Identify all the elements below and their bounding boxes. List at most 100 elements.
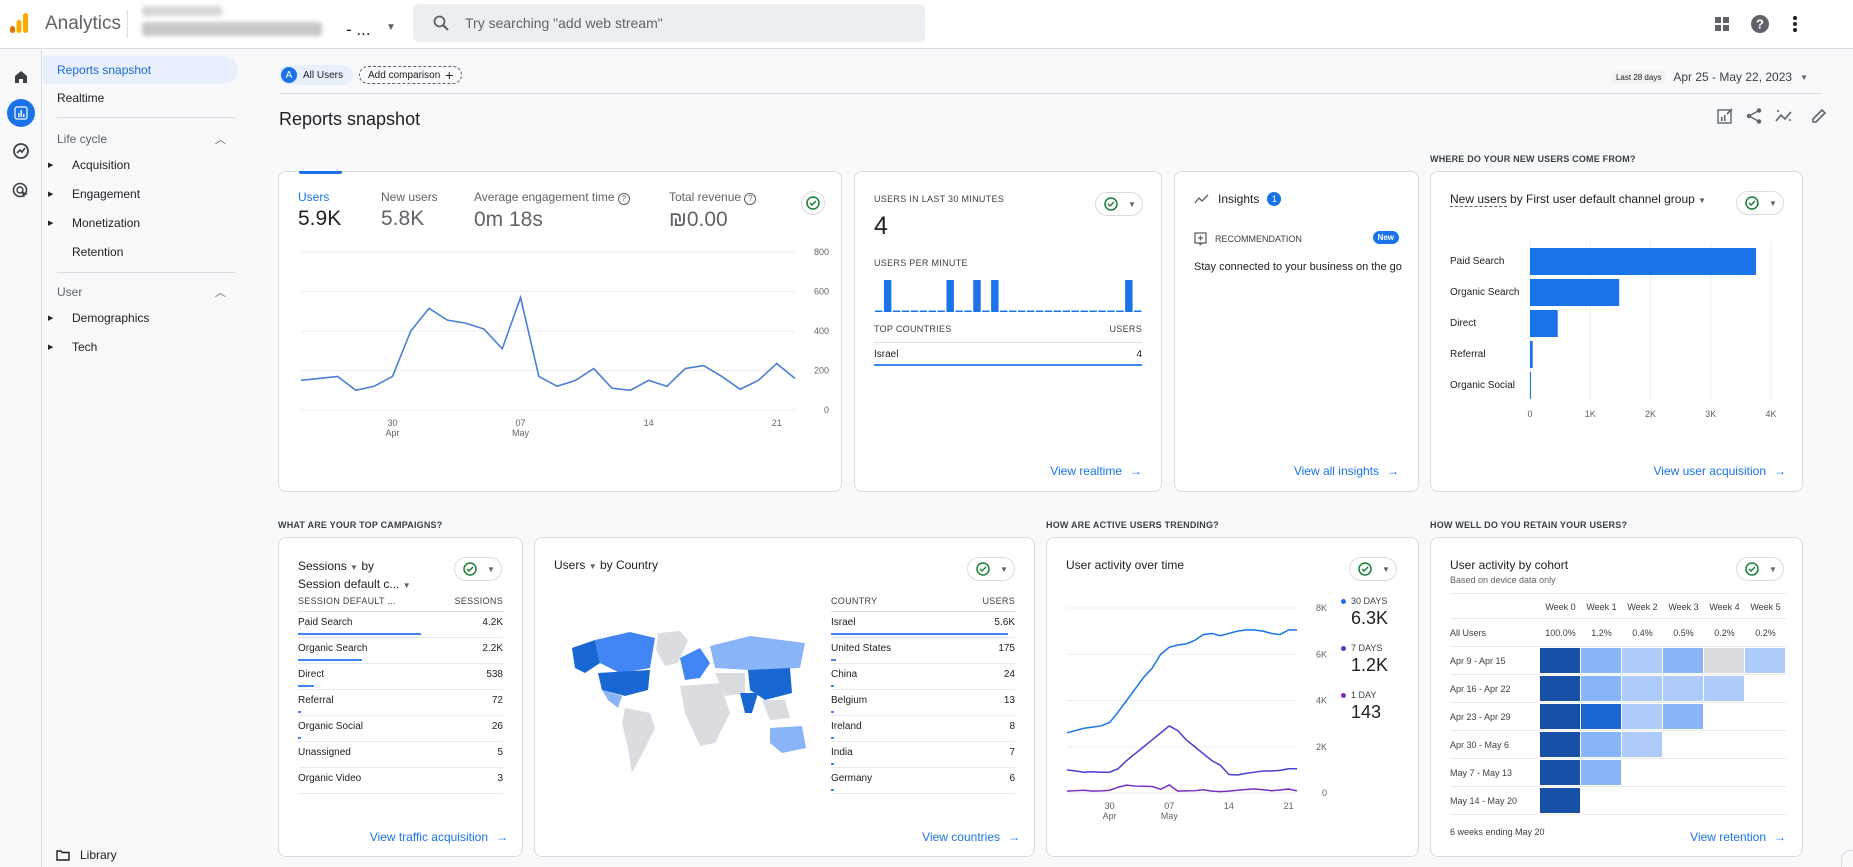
view-user-acquisition-link[interactable]: View user acquisition → [1653, 464, 1786, 478]
view-traffic-acquisition-link[interactable]: View traffic acquisition → [370, 830, 508, 844]
cohort-cell[interactable] [1540, 788, 1580, 813]
table-row[interactable]: Germany 6 [831, 768, 1015, 794]
sidebar-item-realtime[interactable]: Realtime [43, 84, 238, 112]
table-row[interactable]: Belgium 13 [831, 690, 1015, 716]
advertising-nav-button[interactable] [8, 178, 34, 204]
help-icon[interactable]: ? [1748, 12, 1772, 36]
cohort-cell[interactable] [1581, 760, 1621, 785]
section-user[interactable]: User [57, 285, 82, 299]
help-icon[interactable]: ? [744, 193, 757, 205]
table-row[interactable]: India 7 [831, 742, 1015, 768]
table-row[interactable]: Direct 538 [298, 664, 503, 690]
date-range-picker[interactable]: Last 28 days Apr 25 - May 22, 2023 ▼ [1611, 70, 1808, 84]
comparison-status-button[interactable]: ▼ [1095, 192, 1143, 216]
dimension-selector[interactable]: Session default c... [298, 577, 399, 591]
cohort-cell[interactable] [1663, 704, 1703, 729]
cohort-cell[interactable] [1622, 648, 1662, 673]
metric-selector[interactable]: New users [1450, 192, 1507, 207]
table-row[interactable]: Organic Social 26 [298, 716, 503, 742]
customize-report-icon[interactable] [1716, 107, 1734, 125]
cohort-cell[interactable] [1540, 704, 1580, 729]
segment-chip-all-users[interactable]: A All Users [279, 65, 354, 85]
add-comparison-button[interactable]: Add comparison + [359, 66, 463, 84]
metric-selector[interactable]: Users [554, 558, 585, 572]
recommendation-text[interactable]: Stay connected to your business on the g… [1194, 260, 1404, 274]
divider [57, 272, 235, 273]
search-input[interactable]: Try searching "add web stream" [413, 4, 925, 42]
sidebar-item-retention[interactable]: Retention [43, 242, 123, 262]
table-row[interactable]: Unassigned 5 [298, 742, 503, 768]
metric-tab-new-users[interactable]: New users 5.8K [381, 190, 438, 231]
chevron-up-icon[interactable]: ︿ [215, 284, 226, 300]
cohort-cell[interactable] [1745, 648, 1785, 673]
comparison-status-button[interactable]: ▼ [1736, 557, 1784, 581]
cohort-cell[interactable] [1540, 732, 1580, 757]
comparison-status-button[interactable]: ▼ [1736, 191, 1784, 215]
home-nav-button[interactable] [8, 64, 34, 90]
table-row[interactable]: Organic Video 3 [298, 768, 503, 794]
metric-tab-users[interactable]: Users 5.9K [298, 190, 341, 231]
comparison-status-button[interactable]: ▼ [967, 557, 1015, 581]
more-vert-icon[interactable] [1783, 12, 1807, 36]
help-icon[interactable]: ? [617, 193, 630, 205]
expand-arrow-icon: ▶ [48, 344, 54, 351]
edit-pencil-icon[interactable] [1805, 107, 1829, 125]
section-title-campaigns: WHAT ARE YOUR TOP CAMPAIGNS? [278, 520, 443, 530]
chevron-up-icon[interactable]: ︿ [215, 131, 226, 147]
cohort-cell[interactable] [1704, 676, 1744, 701]
comparison-status-button[interactable]: ▼ [1349, 557, 1397, 581]
cohort-cell[interactable] [1622, 704, 1662, 729]
table-row[interactable]: Referral 72 [298, 690, 503, 716]
cohort-cell[interactable] [1540, 760, 1580, 785]
view-realtime-link[interactable]: View realtime → [1050, 464, 1142, 478]
table-row[interactable]: Ireland 8 [831, 716, 1015, 742]
minute-bar [901, 310, 910, 312]
table-row[interactable]: China 24 [831, 664, 1015, 690]
library-label: Library [80, 848, 117, 862]
world-map[interactable] [570, 628, 820, 778]
comparison-status-button[interactable]: ▼ [454, 557, 502, 581]
metric-tab-total-revenue[interactable]: Total revenue ? ₪0.00 [669, 190, 757, 232]
cohort-cell[interactable] [1704, 648, 1744, 673]
view-countries-link[interactable]: View countries → [922, 830, 1020, 844]
metric-selector[interactable]: Sessions [298, 559, 347, 573]
map-region-india [740, 693, 758, 713]
cohort-cell[interactable] [1663, 648, 1703, 673]
section-life-cycle[interactable]: Life cycle [57, 132, 107, 146]
cohort-cell[interactable] [1581, 676, 1621, 701]
library-link[interactable]: Library [56, 848, 117, 862]
view-all-insights-link[interactable]: View all insights → [1294, 464, 1399, 478]
cohort-cell[interactable] [1622, 676, 1662, 701]
comparison-status-button[interactable] [801, 191, 825, 215]
sidebar-item-demographics[interactable]: ▶ Demographics [43, 308, 149, 328]
country-row[interactable]: Israel 4 [874, 344, 1142, 366]
sidebar-item-monetization[interactable]: ▶ Monetization [43, 213, 140, 233]
metric-tab-engagement-time[interactable]: Average engagement time ? 0m 18s [474, 190, 630, 232]
share-icon[interactable] [1745, 107, 1763, 125]
cohort-cell[interactable] [1663, 676, 1703, 701]
insights-icon[interactable] [1774, 107, 1794, 125]
chart-title-selector[interactable]: New users by First user default channel … [1450, 192, 1706, 207]
table-row[interactable]: Paid Search 4.2K [298, 612, 503, 638]
cohort-cell[interactable] [1622, 732, 1662, 757]
x-tick-label: 30 [1105, 801, 1115, 811]
legend-value: 143 [1351, 702, 1382, 722]
apps-grid-icon[interactable] [1710, 12, 1734, 36]
cohort-cell[interactable] [1581, 704, 1621, 729]
sidebar-item-tech[interactable]: ▶ Tech [43, 337, 97, 357]
cohort-cell[interactable] [1581, 648, 1621, 673]
table-row[interactable]: Israel 5.6K [831, 612, 1015, 638]
cohort-cell[interactable] [1581, 732, 1621, 757]
cohort-cell[interactable] [1540, 648, 1580, 673]
view-retention-link[interactable]: View retention → [1690, 830, 1786, 844]
table-row[interactable]: Organic Search 2.2K [298, 638, 503, 664]
sidebar-item-engagement[interactable]: ▶ Engagement [43, 184, 140, 204]
chart-title-selector: Users ▼ by Country [554, 558, 658, 572]
cohort-cell[interactable] [1540, 676, 1580, 701]
check-circle-icon [1745, 196, 1759, 210]
reports-nav-button[interactable] [7, 99, 35, 127]
explore-nav-button[interactable] [8, 138, 34, 164]
sidebar-item-reports-snapshot[interactable]: Reports snapshot [43, 56, 238, 84]
table-row[interactable]: United States 175 [831, 638, 1015, 664]
sidebar-item-acquisition[interactable]: ▶ Acquisition [43, 155, 130, 175]
